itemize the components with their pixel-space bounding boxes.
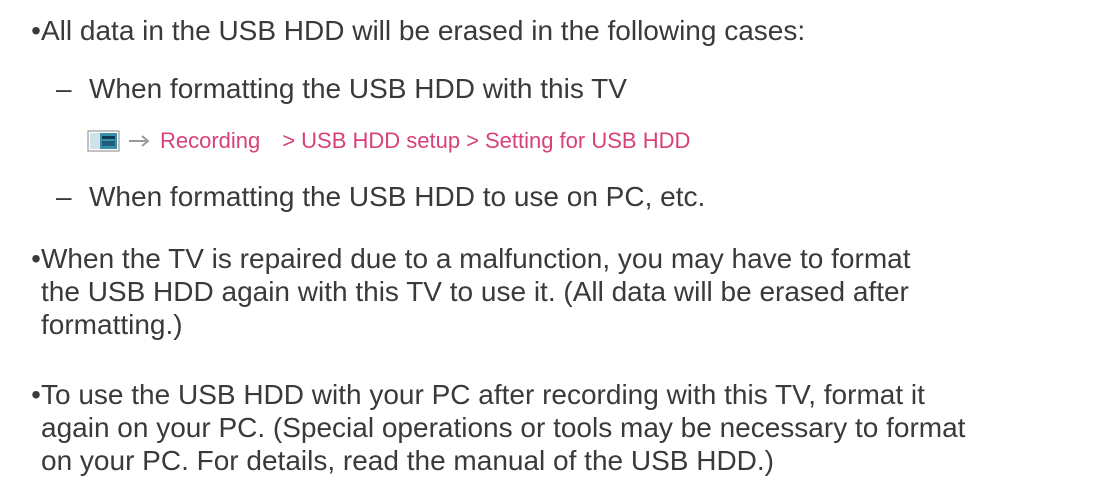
- dash-marker: –: [56, 73, 72, 104]
- bullet-marker: •: [31, 243, 41, 274]
- menu-path-separator: >: [466, 128, 479, 153]
- bullet-item: • To use the USB HDD with your PC after …: [30, 378, 1090, 477]
- bullet-item: • When the TV is repaired due to a malfu…: [30, 242, 1090, 341]
- menu-path-separator: >: [282, 128, 296, 153]
- menu-icon: [87, 129, 120, 153]
- bullet-line: formatting.): [41, 309, 183, 340]
- menu-path-item-recording[interactable]: Recording: [160, 128, 260, 154]
- bullet-text: When the TV is repaired due to a malfunc…: [41, 242, 1090, 341]
- bullet-line: on your PC. For details, read the manual…: [41, 445, 774, 476]
- bullet-line: All data in the USB HDD will be erased i…: [41, 15, 806, 46]
- bullet-text: All data in the USB HDD will be erased i…: [41, 14, 1090, 47]
- bullet-text: To use the USB HDD with your PC after re…: [41, 378, 1090, 477]
- arrow-right-icon: [126, 129, 154, 153]
- sub-item: – When formatting the USB HDD to use on …: [56, 180, 1056, 213]
- bullet-line: To use the USB HDD with your PC after re…: [41, 379, 925, 410]
- bullet-line: When the TV is repaired due to a malfunc…: [41, 243, 911, 274]
- document-body: • All data in the USB HDD will be erased…: [0, 0, 1105, 488]
- dash-marker: –: [56, 181, 72, 212]
- sub-item-text: When formatting the USB HDD with this TV: [89, 73, 627, 104]
- bullet-item: • All data in the USB HDD will be erased…: [30, 14, 1090, 47]
- bullet-marker: •: [31, 379, 41, 410]
- menu-path-item-setting-for-usb-hdd[interactable]: Setting for USB HDD: [485, 128, 690, 154]
- bullet-line: again on your PC. (Special operations or…: [41, 412, 966, 443]
- bullet-line: the USB HDD again with this TV to use it…: [41, 276, 909, 307]
- sub-item-text: When formatting the USB HDD to use on PC…: [89, 181, 706, 212]
- bullet-marker: •: [31, 15, 41, 46]
- menu-path-item-usb-hdd-setup[interactable]: USB HDD setup: [301, 128, 460, 154]
- sub-item: – When formatting the USB HDD with this …: [56, 72, 1056, 105]
- menu-path: Recording > USB HDD setup > Setting for …: [87, 126, 690, 156]
